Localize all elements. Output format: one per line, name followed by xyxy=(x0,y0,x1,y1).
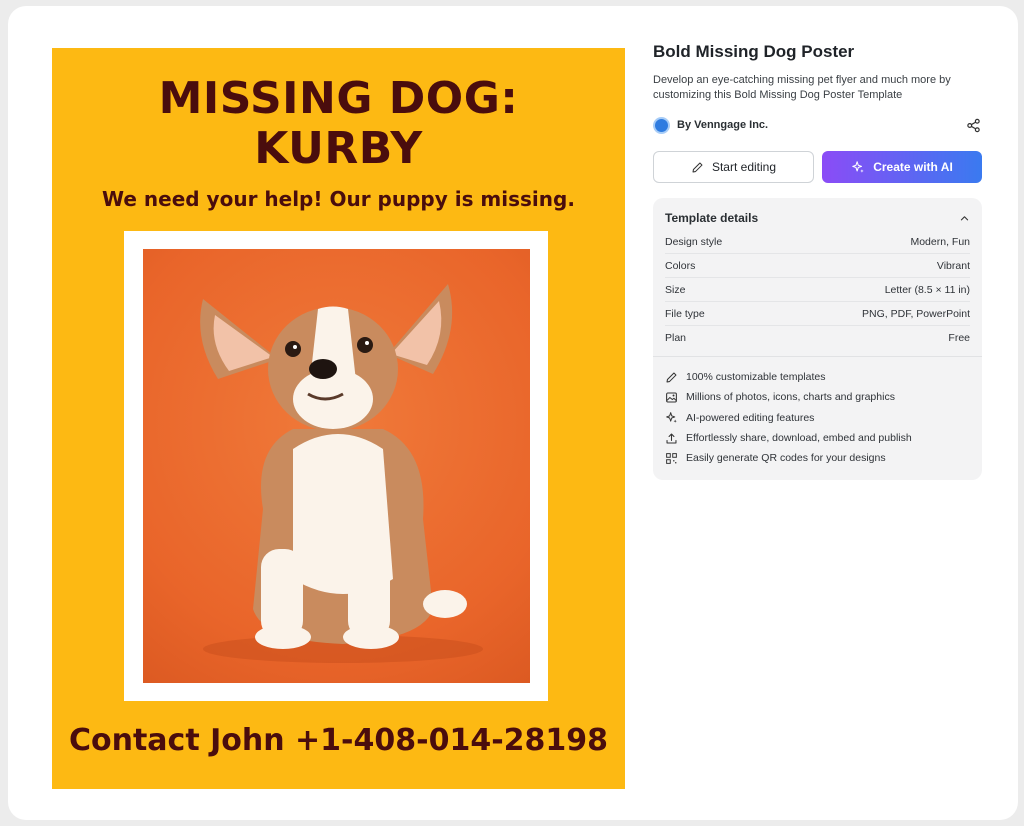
detail-row-plan: Plan Free xyxy=(665,326,970,350)
detail-label: Size xyxy=(665,283,686,296)
detail-label: Plan xyxy=(665,332,687,344)
detail-label: Design style xyxy=(665,235,723,248)
detail-row-file-type: File type PNG, PDF, PowerPoint xyxy=(665,302,970,326)
template-details: Template details Design style Modern, Fu… xyxy=(653,198,982,481)
feature-item: AI-powered editing features xyxy=(665,408,970,428)
create-with-ai-label: Create with AI xyxy=(873,160,953,174)
feature-item: Millions of photos, icons, charts and gr… xyxy=(665,387,970,407)
detail-value: Letter (8.5 × 11 in) xyxy=(884,283,970,296)
corgi-puppy-illustration xyxy=(200,284,483,663)
feature-list: 100% customizable templates Millions of … xyxy=(665,367,970,468)
dog-photo xyxy=(143,249,530,683)
poster-title-line2: KURBY xyxy=(254,123,423,174)
details-divider xyxy=(653,356,982,357)
detail-label: Colors xyxy=(665,259,696,272)
pencil-icon xyxy=(666,372,677,383)
poster-subtitle: We need your help! Our puppy is missing. xyxy=(102,187,575,211)
pencil-icon xyxy=(692,162,703,172)
start-editing-label: Start editing xyxy=(711,160,777,174)
feature-text: AI-powered editing features xyxy=(686,411,815,424)
detail-row-size: Size Letter (8.5 × 11 in) xyxy=(665,278,970,302)
feature-text: Easily generate QR codes for your design… xyxy=(686,452,886,465)
action-buttons: Start editing Create with AI xyxy=(653,151,983,183)
detail-label: File type xyxy=(665,307,705,320)
details-rows: Design style Modern, Fun Colors Vibrant … xyxy=(665,230,970,350)
author-name: By Venngage Inc. xyxy=(677,119,769,131)
image-icon xyxy=(666,392,677,403)
detail-value: Vibrant xyxy=(936,259,970,272)
share-button[interactable] xyxy=(963,115,983,135)
feature-text: Millions of photos, icons, charts and gr… xyxy=(686,391,895,404)
upload-icon xyxy=(666,433,677,444)
detail-row-colors: Colors Vibrant xyxy=(665,254,970,278)
template-details-toggle[interactable]: Template details xyxy=(665,210,970,226)
feature-text: 100% customizable templates xyxy=(686,371,826,384)
template-details-heading: Template details xyxy=(665,211,759,225)
feature-text: Effortlessly share, download, embed and … xyxy=(686,432,912,445)
detail-value: Modern, Fun xyxy=(910,235,970,248)
venngage-logo-icon xyxy=(653,116,670,134)
chevron-up-icon xyxy=(960,215,969,220)
create-with-ai-button[interactable]: Create with AI xyxy=(822,151,982,183)
share-icon xyxy=(966,118,980,132)
poster-title-line1: MISSING DOG: xyxy=(158,73,519,124)
detail-row-design-style: Design style Modern, Fun xyxy=(665,230,970,254)
template-card: MISSING DOG: KURBY We need your help! Ou… xyxy=(8,6,1018,820)
template-info-panel: Bold Missing Dog Poster Develop an eye-c… xyxy=(653,42,983,481)
qr-code-icon xyxy=(666,452,677,464)
detail-value: PNG, PDF, PowerPoint xyxy=(862,307,970,320)
template-title: Bold Missing Dog Poster xyxy=(653,42,855,61)
feature-item: Easily generate QR codes for your design… xyxy=(665,448,970,468)
dog-photo-frame xyxy=(124,231,548,701)
poster-contact: Contact John +1-408-014-28198 xyxy=(68,723,609,758)
author-row: By Venngage Inc. xyxy=(653,115,983,135)
poster-title: MISSING DOG: KURBY xyxy=(52,74,625,174)
detail-value: Free xyxy=(948,332,970,344)
sparkle-icon xyxy=(666,412,677,424)
start-editing-button[interactable]: Start editing xyxy=(653,151,814,183)
poster-preview[interactable]: MISSING DOG: KURBY We need your help! Ou… xyxy=(52,48,625,789)
sparkle-icon xyxy=(852,161,864,173)
feature-item: Effortlessly share, download, embed and … xyxy=(665,428,970,448)
author[interactable]: By Venngage Inc. xyxy=(653,116,769,134)
feature-item: 100% customizable templates xyxy=(665,367,970,387)
template-description: Develop an eye-catching missing pet flye… xyxy=(653,74,951,101)
